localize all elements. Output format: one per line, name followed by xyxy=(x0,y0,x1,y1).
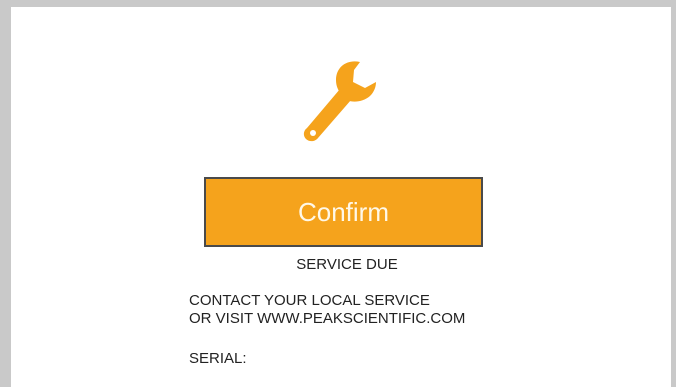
confirm-button-label: Confirm xyxy=(297,196,389,227)
service-panel: Confirm SERVICE DUE CONTACT YOUR LOCAL S… xyxy=(11,7,671,387)
wrench-hole xyxy=(310,130,316,136)
confirm-button[interactable]: Confirm xyxy=(204,177,483,247)
status-title: SERVICE DUE xyxy=(296,256,398,273)
device-screen: Confirm SERVICE DUE CONTACT YOUR LOCAL S… xyxy=(0,0,676,387)
serial-label: SERIAL: xyxy=(189,350,247,367)
wrench-shape xyxy=(303,61,376,142)
contact-message-line-1: CONTACT YOUR LOCAL SERVICE xyxy=(189,292,430,309)
contact-message-line-2: OR VISIT WWW.PEAKSCIENTIFIC.COM xyxy=(189,310,466,327)
wrench-icon xyxy=(303,61,376,142)
